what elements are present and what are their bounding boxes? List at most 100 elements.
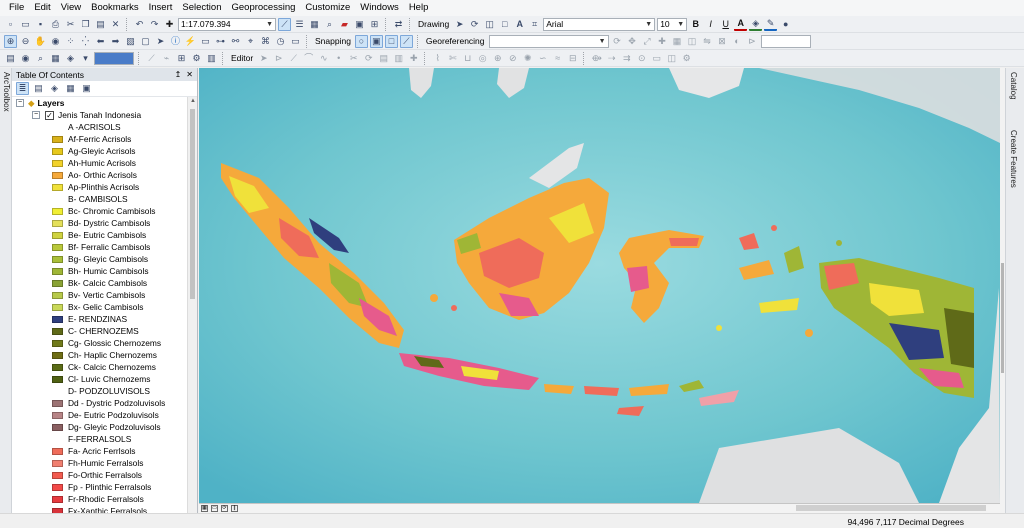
- straight-line-icon[interactable]: ⟋: [287, 52, 300, 65]
- legend-swatch[interactable]: [52, 411, 63, 419]
- back-extent-icon[interactable]: ⬅: [94, 35, 107, 48]
- add-control-points-icon[interactable]: ✚: [656, 35, 669, 48]
- legend-class-row[interactable]: Bg- Gleyic Cambisols: [12, 253, 188, 265]
- layer-row[interactable]: − ✓ Jenis Tanah Indonesia: [12, 109, 188, 121]
- time-slider-icon[interactable]: ◷: [274, 35, 287, 48]
- fill-color-icon[interactable]: ◈: [749, 18, 763, 31]
- toc-scrollbar[interactable]: ▲: [187, 97, 197, 513]
- edit-vertices-icon[interactable]: ⌗: [528, 18, 541, 31]
- sketch-properties-icon[interactable]: ▥: [392, 52, 405, 65]
- menu-customize[interactable]: Customize: [300, 0, 355, 16]
- catalog-window-icon[interactable]: ▦: [308, 18, 321, 31]
- forward-extent-icon[interactable]: ➡: [109, 35, 122, 48]
- create-features-icon[interactable]: ✚: [407, 52, 420, 65]
- effects-icon[interactable]: ◈: [64, 52, 77, 65]
- legend-class-row[interactable]: Fx-Xanthic Ferralsols: [12, 505, 188, 513]
- paste-icon[interactable]: ▤: [94, 18, 107, 31]
- go-to-xy-icon[interactable]: ⌘: [259, 35, 272, 48]
- text-tool-icon[interactable]: A: [513, 18, 526, 31]
- point-icon[interactable]: •: [332, 52, 345, 65]
- arc-segment-icon[interactable]: ⌒: [302, 52, 315, 65]
- georeference-layer-combo[interactable]: ▼: [488, 34, 609, 48]
- vertex-snapping-icon[interactable]: □: [384, 34, 398, 48]
- menu-edit[interactable]: Edit: [29, 0, 55, 16]
- marker-color-icon[interactable]: ●: [779, 18, 792, 31]
- edit-tool-icon[interactable]: ➤: [257, 52, 270, 65]
- legend-class-row[interactable]: Fr-Rhodic Ferralsols: [12, 493, 188, 505]
- html-popup-icon[interactable]: ▭: [199, 35, 212, 48]
- legend-swatch[interactable]: [52, 447, 63, 455]
- edge-snapping-icon[interactable]: ⟋: [399, 34, 413, 48]
- swipe-icon[interactable]: ⊳: [746, 35, 759, 48]
- rotate-icon[interactable]: ⟳: [468, 18, 481, 31]
- legend-class-row[interactable]: Bh- Humic Cambisols: [12, 265, 188, 277]
- zoom-out-icon[interactable]: ⊖: [19, 35, 32, 48]
- menu-bookmarks[interactable]: Bookmarks: [86, 0, 144, 16]
- rectangle-tool-icon[interactable]: □: [498, 18, 511, 31]
- trace-icon[interactable]: ∿: [317, 52, 330, 65]
- legend-swatch[interactable]: [52, 159, 63, 167]
- legend-swatch[interactable]: [52, 303, 63, 311]
- legend-class-row[interactable]: Bk- Calcic Cambisols: [12, 277, 188, 289]
- editor-menu[interactable]: Editor: [229, 53, 255, 63]
- measure-icon[interactable]: ⊶: [214, 35, 227, 48]
- python-window-icon[interactable]: ▣: [353, 18, 366, 31]
- data-view-icon[interactable]: ▦: [201, 505, 208, 512]
- create-features-tab[interactable]: Create Features: [1009, 130, 1018, 188]
- pan-hand-icon[interactable]: ✋: [34, 35, 47, 48]
- layout-view-icon[interactable]: ▤: [4, 52, 17, 65]
- legend-swatch[interactable]: [52, 471, 63, 479]
- explode-icon[interactable]: ✺: [521, 52, 534, 65]
- rotate-tool-icon[interactable]: ⟳: [611, 35, 624, 48]
- redo-icon[interactable]: ↷: [148, 18, 161, 31]
- undo-icon[interactable]: ↶: [133, 18, 146, 31]
- full-extent-icon[interactable]: ◉: [49, 35, 62, 48]
- close-icon[interactable]: ✕: [186, 70, 193, 79]
- legend-class-row[interactable]: Cl- Luvic Chernozems: [12, 373, 188, 385]
- legend-swatch[interactable]: [52, 279, 63, 287]
- legend-class-row[interactable]: Cg- Glossic Chernozems: [12, 337, 188, 349]
- collapse-icon[interactable]: −: [32, 111, 40, 119]
- toc-options-icon[interactable]: ▣: [80, 82, 93, 95]
- legend-class-row[interactable]: Ao- Orthic Acrisols: [12, 169, 188, 181]
- legend-class-row[interactable]: Be- Eutric Cambisols: [12, 229, 188, 241]
- layer-visibility-checkbox[interactable]: ✓: [45, 110, 54, 120]
- legend-swatch[interactable]: [52, 315, 63, 323]
- legend-swatch[interactable]: [52, 171, 63, 179]
- identify-icon[interactable]: ⓘ: [169, 35, 182, 48]
- legend-class-row[interactable]: E- RENDZINAS: [12, 313, 188, 325]
- cut-icon[interactable]: ✂: [64, 18, 77, 31]
- fixed-zoom-in-icon[interactable]: ⁘: [64, 35, 77, 48]
- legend-class-row[interactable]: C- CHERNOZEMS: [12, 325, 188, 337]
- map-horizontal-scroll-thumb[interactable]: [796, 505, 986, 511]
- legend-class-row[interactable]: Ch- Haplic Chernozems: [12, 349, 188, 361]
- drawing-menu[interactable]: Drawing: [416, 19, 451, 29]
- parcel-icon[interactable]: ▥: [205, 52, 218, 65]
- legend-heading[interactable]: F-FERRALSOLS: [12, 433, 188, 445]
- legend-swatch[interactable]: [52, 423, 63, 431]
- end-snapping-icon[interactable]: ▣: [369, 34, 383, 48]
- legend-heading[interactable]: D- PODZOLUVISOLS: [12, 385, 188, 397]
- toc-scroll-thumb[interactable]: [190, 109, 195, 299]
- fixed-zoom-out-icon[interactable]: ⁛: [79, 35, 92, 48]
- editor-toolbar-icon[interactable]: ⟋: [278, 17, 291, 31]
- scroll-up-icon[interactable]: ▲: [189, 98, 197, 104]
- spatial-adjust-icon[interactable]: ⟴: [590, 52, 603, 65]
- map-scale-combo[interactable]: 1:17.079.394 ▼: [178, 17, 276, 31]
- legend-swatch[interactable]: [52, 243, 63, 251]
- legend-heading[interactable]: A -ACRISOLS: [12, 121, 188, 133]
- find-route-icon[interactable]: ⌖: [244, 35, 257, 48]
- open-attribute-table-icon[interactable]: ▦: [49, 52, 62, 65]
- legend-swatch[interactable]: [52, 495, 63, 503]
- legend-class-row[interactable]: Bf- Ferralic Cambisols: [12, 241, 188, 253]
- layer-dropdown-icon[interactable]: ▾: [79, 52, 92, 65]
- select-features-icon[interactable]: ▧: [124, 35, 137, 48]
- open-folder-icon[interactable]: ▭: [19, 18, 32, 31]
- zoom-in-icon[interactable]: ⊕: [4, 34, 17, 48]
- merge-icon[interactable]: ⊔: [461, 52, 474, 65]
- legend-swatch[interactable]: [52, 291, 63, 299]
- georeferencing-menu[interactable]: Georeferencing: [424, 36, 487, 46]
- legend-class-row[interactable]: De- Eutric Podzoluvisols: [12, 409, 188, 421]
- menu-selection[interactable]: Selection: [177, 0, 226, 16]
- legend-swatch[interactable]: [52, 267, 63, 275]
